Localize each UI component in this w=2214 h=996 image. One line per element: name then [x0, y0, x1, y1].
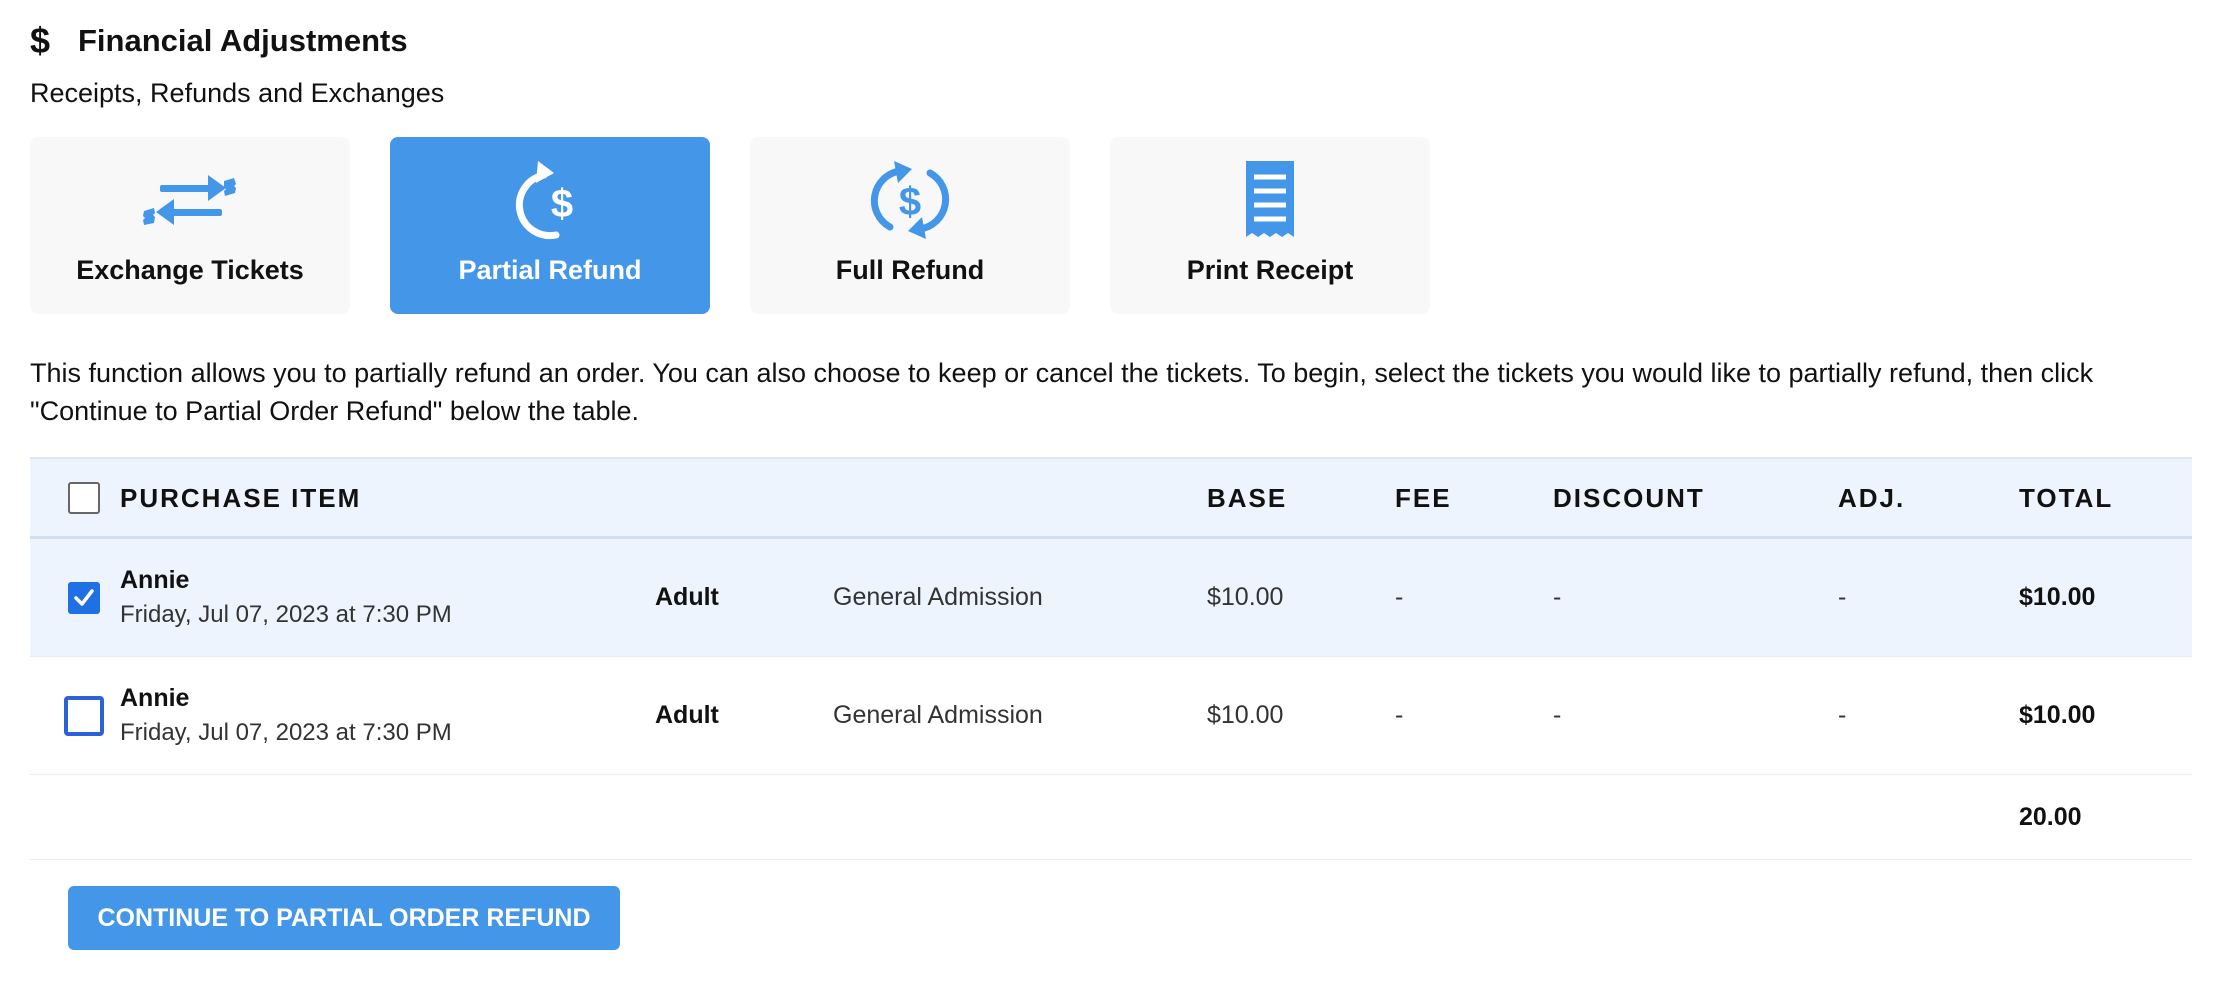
dollar-icon: $	[30, 20, 51, 61]
purchase-item: Annie Friday, Jul 07, 2023 at 7:30 PM	[120, 657, 452, 774]
page-title: Financial Adjustments	[78, 23, 408, 58]
ticket-type: Adult	[655, 701, 719, 729]
header-discount: DISCOUNT	[1553, 483, 1705, 513]
header-total: TOTAL	[2019, 483, 2114, 513]
table-row: Annie Friday, Jul 07, 2023 at 7:30 PM Ad…	[30, 539, 2192, 657]
table-row: Annie Friday, Jul 07, 2023 at 7:30 PM Ad…	[30, 657, 2192, 775]
continue-to-partial-refund-button[interactable]: CONTINUE TO PARTIAL ORDER REFUND	[68, 886, 620, 950]
header-fee: FEE	[1395, 483, 1452, 513]
tile-label: Print Receipt	[1186, 255, 1354, 285]
full-refund-icon: $	[870, 161, 950, 239]
ticket-section: General Admission	[833, 701, 1043, 729]
tile-label: Partial Refund	[458, 255, 642, 285]
title-row: $ Financial Adjustments	[30, 18, 444, 64]
item-name: Annie	[120, 566, 190, 594]
instructions-text: This function allows you to partially re…	[30, 358, 2094, 426]
ticket-type: Adult	[655, 583, 719, 611]
base-price: $10.00	[1207, 701, 1284, 729]
adj-value: -	[1838, 583, 1847, 611]
row-total: $10.00	[2019, 583, 2096, 611]
tile-label: Full Refund	[835, 255, 985, 285]
header-purchase-item: PURCHASE ITEM	[120, 483, 362, 513]
page-header: $ Financial Adjustments Receipts, Refund…	[30, 18, 444, 109]
discount-value: -	[1553, 583, 1562, 611]
item-date: Friday, Jul 07, 2023 at 7:30 PM	[120, 601, 452, 628]
adj-value: -	[1838, 701, 1847, 729]
page-subtitle: Receipts, Refunds and Exchanges	[30, 78, 445, 108]
tile-partial-refund[interactable]: $ Partial Refund	[390, 137, 710, 314]
item-name: Annie	[120, 684, 190, 712]
checkmark-icon	[74, 589, 94, 606]
header-adj: ADJ.	[1838, 483, 1906, 513]
row-checkbox[interactable]	[68, 582, 100, 614]
purchase-items-table: PURCHASE ITEM BASE FEE DISCOUNT ADJ. TOT…	[30, 457, 2192, 860]
exchange-tickets-icon	[143, 175, 236, 225]
fee-value: -	[1395, 583, 1404, 611]
ticket-section: General Admission	[833, 583, 1043, 611]
base-price: $10.00	[1207, 583, 1284, 611]
receipt-icon	[1246, 161, 1294, 237]
select-all-checkbox[interactable]	[68, 482, 100, 514]
fee-value: -	[1395, 701, 1404, 729]
purchase-item: Annie Friday, Jul 07, 2023 at 7:30 PM	[120, 539, 452, 656]
svg-text:$: $	[551, 182, 573, 226]
grand-total: 20.00	[2019, 802, 2082, 831]
tile-label: Exchange Tickets	[76, 255, 304, 285]
svg-text:$: $	[899, 180, 921, 224]
tile-exchange-tickets[interactable]: Exchange Tickets	[30, 137, 350, 314]
tile-print-receipt[interactable]: Print Receipt	[1110, 137, 1430, 314]
table-header: PURCHASE ITEM BASE FEE DISCOUNT ADJ. TOT…	[30, 457, 2192, 539]
discount-value: -	[1553, 701, 1562, 729]
row-total: $10.00	[2019, 701, 2096, 729]
partial-refund-icon: $	[515, 161, 573, 240]
header-base: BASE	[1207, 483, 1288, 513]
grand-total-row: 20.00	[30, 775, 2192, 860]
item-date: Friday, Jul 07, 2023 at 7:30 PM	[120, 719, 452, 746]
row-checkbox[interactable]	[65, 697, 103, 735]
tile-full-refund[interactable]: $ Full Refund	[750, 137, 1070, 314]
adjustment-tiles: Exchange Tickets $ Partial Refund $ Full…	[30, 137, 1430, 314]
